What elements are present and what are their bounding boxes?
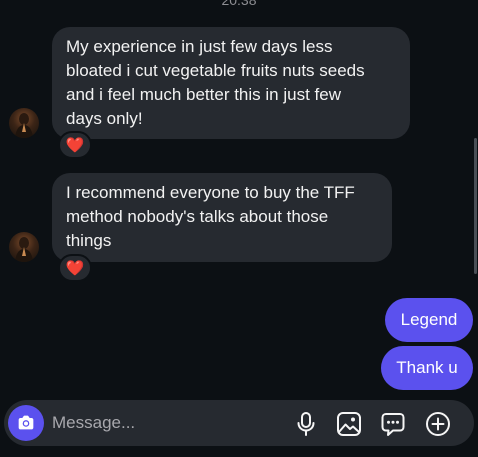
- message-line: bloated i cut vegetable fruits nuts seed…: [66, 61, 365, 80]
- microphone-button[interactable]: [292, 410, 320, 438]
- add-button[interactable]: [424, 410, 452, 438]
- microphone-icon: [297, 412, 315, 436]
- message-composer: [4, 400, 474, 446]
- message-line: I recommend everyone to buy the TFF: [66, 183, 355, 202]
- sender-avatar[interactable]: [9, 232, 39, 262]
- message-line: and i feel much better this in just few: [66, 85, 341, 104]
- plus-circle-icon: [426, 412, 450, 436]
- message-line: method nobody's talks about those: [66, 207, 329, 226]
- message-line: My experience in just few days less: [66, 37, 333, 56]
- heart-icon: ❤️: [65, 136, 85, 154]
- heart-reaction[interactable]: ❤️: [58, 254, 92, 282]
- sender-avatar[interactable]: [9, 108, 39, 138]
- message-input[interactable]: [52, 400, 282, 446]
- message-text: Legend: [400, 310, 458, 329]
- message-timestamp: 20:38: [221, 0, 257, 8]
- incoming-message-bubble[interactable]: I recommend everyone to buy the TFF meth…: [52, 173, 392, 262]
- sticker-button[interactable]: [379, 410, 407, 438]
- outgoing-message-bubble[interactable]: Legend: [385, 298, 473, 342]
- heart-reaction[interactable]: ❤️: [58, 131, 92, 159]
- message-text: Thank u: [396, 358, 458, 377]
- incoming-message-bubble[interactable]: My experience in just few days less bloa…: [52, 27, 410, 139]
- gallery-icon: [337, 412, 361, 436]
- message-line: things: [66, 231, 112, 250]
- camera-button[interactable]: [8, 405, 44, 441]
- camera-icon: [18, 415, 34, 430]
- sticker-icon: [381, 413, 405, 436]
- outgoing-message-bubble[interactable]: Thank u: [381, 346, 473, 390]
- heart-icon: ❤️: [65, 259, 85, 277]
- scrollbar[interactable]: [474, 138, 477, 274]
- gallery-button[interactable]: [335, 410, 363, 438]
- message-line: days only!: [66, 109, 143, 128]
